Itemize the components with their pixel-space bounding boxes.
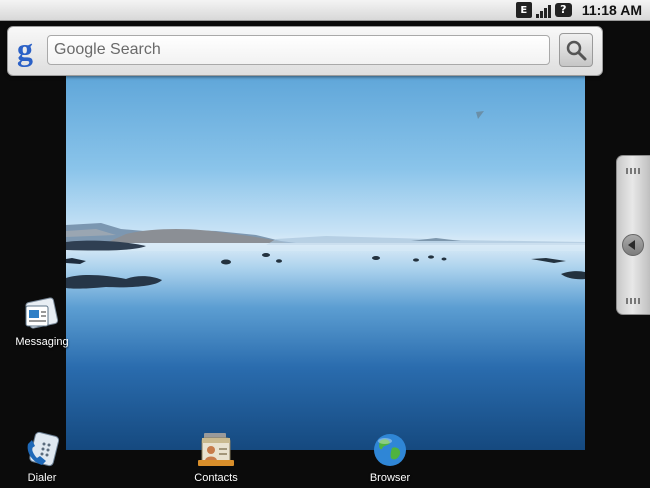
app-contacts[interactable]: Contacts xyxy=(181,430,251,484)
app-messaging[interactable]: Messaging xyxy=(7,294,77,348)
google-logo-icon[interactable]: g xyxy=(17,33,43,69)
wallpaper xyxy=(66,75,585,450)
battery-unknown-icon xyxy=(554,3,572,17)
search-input[interactable] xyxy=(47,35,550,65)
app-drawer-handle[interactable] xyxy=(616,155,650,315)
contacts-icon xyxy=(198,433,234,466)
status-clock: 11:18 AM xyxy=(581,2,642,18)
grip-top-icon xyxy=(626,168,642,174)
magnifier-icon xyxy=(566,40,587,61)
app-label: Dialer xyxy=(27,472,57,484)
app-label: Contacts xyxy=(194,472,238,484)
google-search-widget: g xyxy=(7,26,603,76)
grip-bottom-icon xyxy=(626,298,642,304)
browser-globe-icon xyxy=(374,434,406,466)
app-label: Browser xyxy=(369,472,411,484)
signal-icon xyxy=(535,2,551,18)
app-browser[interactable]: Browser xyxy=(355,430,425,484)
status-icons: E 11:18 AM xyxy=(515,1,642,19)
search-button[interactable] xyxy=(559,33,593,67)
data-e-icon: E xyxy=(515,2,532,18)
app-dialer[interactable]: Dialer xyxy=(7,430,77,484)
arrow-left-icon xyxy=(622,234,644,256)
status-bar: E 11:18 AM xyxy=(0,0,650,21)
app-label: Messaging xyxy=(15,336,69,348)
dialer-icon xyxy=(27,431,60,467)
messaging-icon xyxy=(25,297,59,329)
